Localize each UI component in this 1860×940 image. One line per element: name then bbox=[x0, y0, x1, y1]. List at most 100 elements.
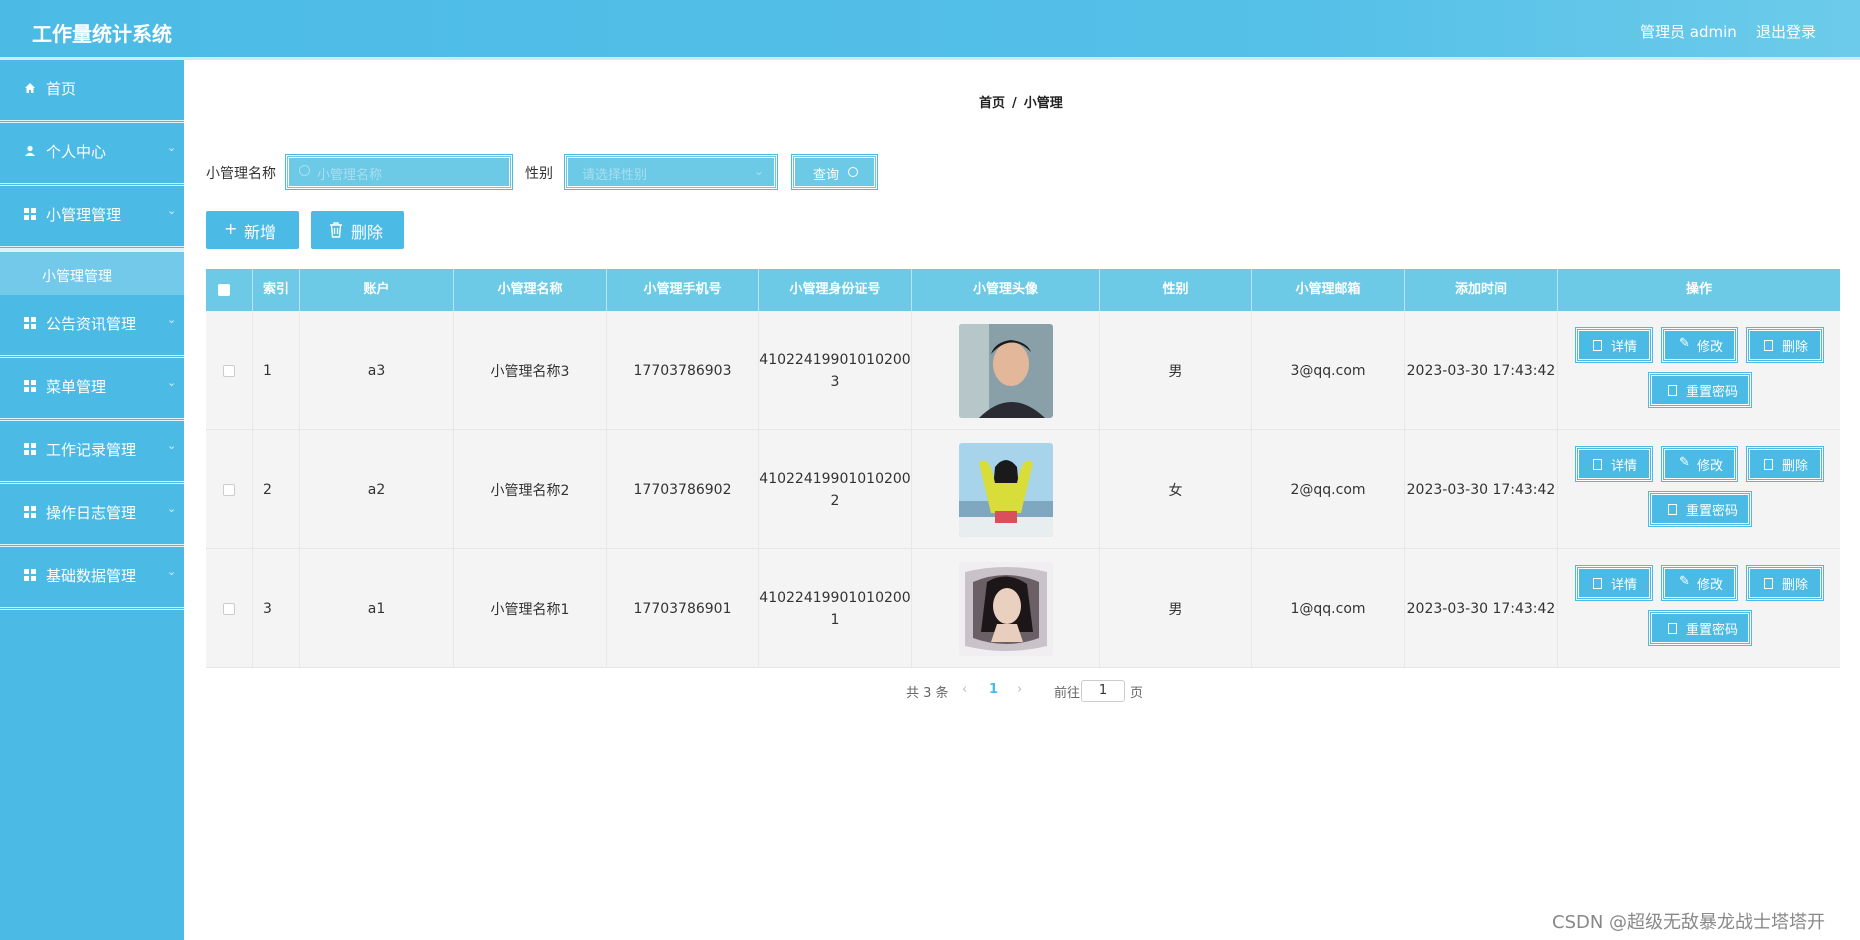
cell-account: a1 bbox=[300, 549, 454, 668]
edit-button[interactable]: ✎ 修改 bbox=[1661, 565, 1738, 601]
detail-button[interactable]: 详情 bbox=[1575, 327, 1653, 363]
sidebar-item-home[interactable]: 首页 bbox=[0, 60, 184, 123]
document-icon bbox=[1668, 623, 1677, 634]
page-number-current[interactable]: 1 bbox=[989, 682, 998, 697]
next-page-icon[interactable]: › bbox=[1017, 682, 1022, 697]
watermark: CSDN @超级无敌暴龙战士塔塔开 bbox=[1552, 912, 1826, 933]
cell-time: 2023-03-30 17:43:42 bbox=[1405, 311, 1558, 430]
cell-phone: 17703786902 bbox=[607, 430, 759, 549]
id-number-line2: 2 bbox=[830, 492, 840, 509]
edit-button[interactable]: ✎ 修改 bbox=[1661, 327, 1738, 363]
grid-icon bbox=[24, 317, 36, 329]
name-search-input[interactable]: 小管理名称 bbox=[285, 154, 513, 190]
sidebar-item-label: 基础数据管理 bbox=[46, 567, 137, 585]
cell-actions: 详情 ✎ 修改 删除 重置密码 bbox=[1558, 430, 1840, 549]
chevron-down-icon: ⌄ bbox=[167, 313, 177, 326]
grid-icon bbox=[24, 208, 36, 220]
detail-button-label: 详情 bbox=[1611, 578, 1638, 593]
cell-id-number: 41022419901010200 1 bbox=[759, 549, 912, 668]
sidebar-item-label: 公告资讯管理 bbox=[46, 315, 137, 333]
cell-index: 1 bbox=[253, 311, 300, 430]
cell-gender: 女 bbox=[1100, 430, 1252, 549]
home-icon bbox=[25, 83, 35, 93]
add-button[interactable]: + 新增 bbox=[206, 211, 299, 249]
reset-password-button[interactable]: 重置密码 bbox=[1648, 610, 1752, 646]
edit-button-label: 修改 bbox=[1697, 578, 1724, 593]
avatar-image[interactable] bbox=[958, 561, 1053, 656]
delete-row-button-label: 删除 bbox=[1782, 340, 1809, 355]
chevron-down-icon: ⌄ bbox=[167, 565, 177, 578]
reset-password-button-label: 重置密码 bbox=[1686, 385, 1739, 400]
table-row: 2 a2 小管理名称2 17703786902 4102241990101020… bbox=[206, 430, 1840, 549]
row-select-cell bbox=[206, 430, 253, 549]
prev-page-icon[interactable]: ‹ bbox=[962, 682, 967, 697]
sidebar-subitem-admin[interactable]: 小管理管理 bbox=[0, 249, 184, 295]
grid-icon bbox=[24, 506, 36, 518]
reset-password-button[interactable]: 重置密码 bbox=[1648, 372, 1752, 408]
gender-select[interactable]: 请选择性别 ⌄ bbox=[564, 154, 778, 190]
avatar-image[interactable] bbox=[958, 442, 1053, 537]
sidebar-item-menu[interactable]: 菜单管理 ⌄ bbox=[0, 358, 184, 421]
avatar-image[interactable] bbox=[958, 323, 1053, 418]
chevron-down-icon: ⌄ bbox=[753, 164, 764, 178]
breadcrumb: 首页 / 小管理 bbox=[979, 92, 1063, 111]
breadcrumb-home[interactable]: 首页 bbox=[979, 96, 1005, 111]
document-icon bbox=[1593, 340, 1602, 351]
cell-id-number: 41022419901010200 3 bbox=[759, 311, 912, 430]
edit-button-label: 修改 bbox=[1697, 340, 1724, 355]
document-icon bbox=[1668, 504, 1677, 515]
delete-row-button[interactable]: 删除 bbox=[1746, 327, 1824, 363]
sidebar-item-personal[interactable]: 个人中心 ⌄ bbox=[0, 123, 184, 186]
th-account: 账户 bbox=[300, 269, 454, 311]
gender-select-placeholder: 请选择性别 bbox=[582, 168, 648, 183]
th-index: 索引 bbox=[253, 269, 300, 311]
chevron-up-icon: ⌄ bbox=[167, 204, 177, 217]
select-all-checkbox[interactable] bbox=[218, 284, 230, 296]
id-number-line1: 41022419901010200 bbox=[759, 351, 911, 368]
chevron-down-icon: ⌄ bbox=[167, 439, 177, 452]
trash-icon bbox=[1764, 459, 1773, 470]
sidebar-item-oplog[interactable]: 操作日志管理 ⌄ bbox=[0, 484, 184, 547]
th-id-number: 小管理身份证号 bbox=[759, 269, 912, 311]
detail-button-label: 详情 bbox=[1611, 340, 1638, 355]
pagination-total: 共 3 条 bbox=[906, 686, 949, 701]
trash-icon bbox=[1764, 340, 1773, 351]
grid-icon bbox=[24, 380, 36, 392]
gender-label: 性别 bbox=[525, 166, 553, 182]
cell-index: 3 bbox=[253, 549, 300, 668]
edit-icon: ✎ bbox=[1679, 455, 1690, 470]
goto-page-input[interactable]: 1 bbox=[1081, 680, 1125, 702]
query-button[interactable]: 查询 bbox=[791, 154, 878, 190]
row-checkbox[interactable] bbox=[223, 602, 235, 615]
row-checkbox[interactable] bbox=[223, 483, 235, 496]
th-time: 添加时间 bbox=[1405, 269, 1558, 311]
detail-button[interactable]: 详情 bbox=[1575, 565, 1653, 601]
logout-link[interactable]: 退出登录 bbox=[1756, 21, 1816, 42]
grid-icon bbox=[24, 569, 36, 581]
page-unit-label: 页 bbox=[1130, 686, 1144, 701]
sidebar-item-admin[interactable]: 小管理管理 ⌄ bbox=[0, 186, 184, 249]
edit-icon: ✎ bbox=[1679, 574, 1690, 589]
sidebar-item-news[interactable]: 公告资讯管理 ⌄ bbox=[0, 295, 184, 358]
cell-email: 3@qq.com bbox=[1252, 311, 1405, 430]
edit-button-label: 修改 bbox=[1697, 459, 1724, 474]
id-number-line2: 3 bbox=[830, 373, 840, 390]
row-select-cell bbox=[206, 311, 253, 430]
delete-row-button-label: 删除 bbox=[1782, 578, 1809, 593]
sidebar-item-worklog[interactable]: 工作记录管理 ⌄ bbox=[0, 421, 184, 484]
row-select-cell bbox=[206, 549, 253, 668]
breadcrumb-current: 小管理 bbox=[1023, 96, 1063, 111]
delete-button[interactable]: 删除 bbox=[311, 211, 404, 249]
delete-row-button[interactable]: 删除 bbox=[1746, 446, 1824, 482]
row-checkbox[interactable] bbox=[223, 364, 235, 377]
trash-icon bbox=[1764, 578, 1773, 589]
delete-row-button[interactable]: 删除 bbox=[1746, 565, 1824, 601]
cell-avatar bbox=[912, 430, 1100, 549]
edit-button[interactable]: ✎ 修改 bbox=[1661, 446, 1738, 482]
chevron-down-icon: ⌄ bbox=[167, 376, 177, 389]
cell-avatar bbox=[912, 549, 1100, 668]
select-all-cell bbox=[206, 269, 253, 311]
detail-button[interactable]: 详情 bbox=[1575, 446, 1653, 482]
reset-password-button[interactable]: 重置密码 bbox=[1648, 491, 1752, 527]
sidebar-item-basedata[interactable]: 基础数据管理 ⌄ bbox=[0, 547, 184, 610]
